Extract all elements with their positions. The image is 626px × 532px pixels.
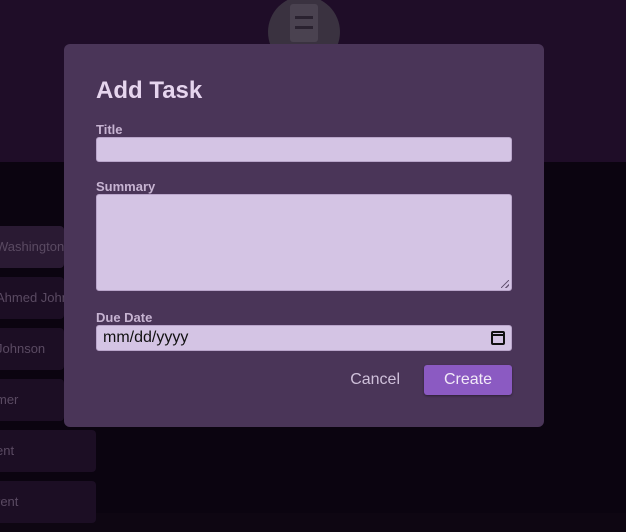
title-input[interactable]	[96, 137, 512, 162]
resize-handle-icon[interactable]	[501, 280, 509, 288]
dialog-title: Add Task	[96, 77, 203, 104]
due-date-input[interactable]: mm/dd/yyyy	[96, 325, 512, 351]
dialog-actions: Cancel Create	[350, 365, 512, 395]
calendar-icon[interactable]	[491, 331, 505, 345]
summary-textarea[interactable]	[96, 194, 512, 291]
create-button[interactable]: Create	[424, 365, 512, 395]
title-label: Title	[96, 122, 123, 137]
add-task-dialog: Add Task Title Summary Due Date mm/dd/yy…	[64, 44, 544, 427]
due-date-value: mm/dd/yyyy	[103, 329, 189, 346]
due-date-label: Due Date	[96, 310, 153, 325]
cancel-button[interactable]: Cancel	[350, 365, 424, 395]
summary-label: Summary	[96, 179, 156, 194]
